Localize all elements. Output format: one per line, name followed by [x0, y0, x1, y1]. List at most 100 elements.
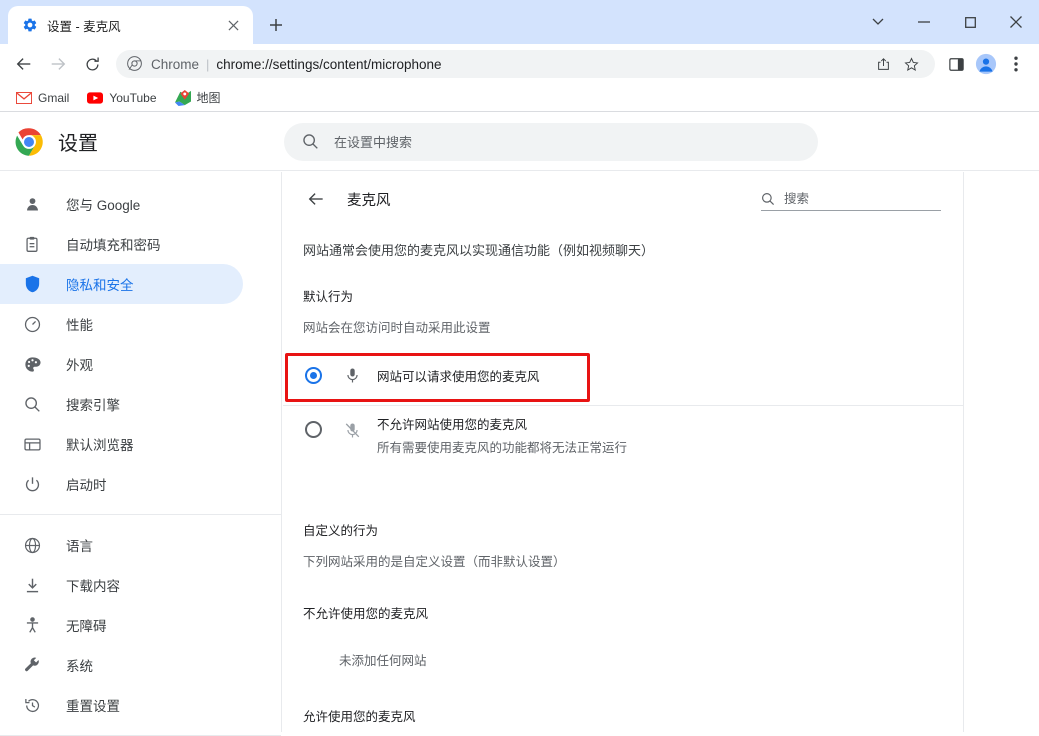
custom-behavior-subtitle: 下列网站采用的是自定义设置（而非默认设置）: [303, 555, 566, 569]
sidebar-item-languages[interactable]: 语言: [0, 525, 243, 565]
sidebar-item-label: 启动时: [66, 478, 107, 493]
new-tab-button[interactable]: [262, 11, 290, 39]
sidebar-item-you-and-google[interactable]: 您与 Google: [0, 184, 243, 224]
omnibox-scheme-label: Chrome: [151, 56, 200, 72]
chrome-logo-icon: [14, 127, 44, 157]
settings-search-input[interactable]: 在设置中搜索: [284, 122, 818, 161]
maximize-icon[interactable]: [947, 0, 993, 44]
content-search-placeholder: 搜索: [784, 191, 810, 206]
sidebar-item-label: 重置设置: [66, 699, 120, 714]
default-behavior-subtitle: 网站会在您访问时自动采用此设置: [303, 321, 491, 335]
minimize-icon[interactable]: [901, 0, 947, 44]
window-controls: [855, 0, 1039, 44]
sidebar-item-performance[interactable]: 性能: [0, 304, 243, 344]
sidebar-item-label: 无障碍: [66, 619, 107, 634]
settings-page: 设置 在设置中搜索 您与 Google 自动填充和密码 隐私和安全 性能 外观 …: [0, 113, 1039, 736]
sidebar-divider: [0, 514, 281, 515]
omnibox-url: chrome://settings/content/microphone: [216, 56, 442, 72]
custom-behavior-title: 自定义的行为: [303, 524, 379, 538]
settings-content: 麦克风 搜索 网站通常会使用您的麦克风以实现通信功能（例如视频聊天） 默认行为 …: [283, 172, 964, 732]
default-behavior-radio-group: 网站可以请求使用您的麦克风 不允许网站使用您的麦克风 所有需要使用麦克风的功能都…: [283, 352, 964, 457]
history-restore-icon: [22, 695, 42, 715]
radio-option-allow[interactable]: 网站可以请求使用您的麦克风: [283, 352, 964, 398]
radio-button-allow[interactable]: [305, 366, 322, 384]
allowed-list-title: 允许使用您的麦克风: [303, 710, 416, 724]
default-behavior-title: 默认行为: [303, 290, 354, 304]
sidebar-item-appearance[interactable]: 外观: [0, 344, 243, 384]
sidebar-item-privacy-security[interactable]: 隐私和安全: [0, 264, 243, 304]
microphone-muted-icon: [342, 420, 362, 440]
browser-toolbar: Chrome | chrome://settings/content/micro…: [0, 44, 1039, 84]
settings-search-placeholder: 在设置中搜索: [334, 135, 413, 150]
bookmark-label: Gmail: [38, 90, 70, 105]
radio-option-sublabel: 所有需要使用麦克风的功能都将无法正常运行: [377, 441, 628, 455]
sidebar-item-default-browser[interactable]: 默认浏览器: [0, 424, 243, 464]
search-icon: [22, 394, 42, 414]
palette-icon: [22, 354, 42, 374]
window-close-icon[interactable]: [993, 0, 1039, 44]
bookmark-maps[interactable]: 地图: [167, 86, 229, 110]
clipboard-icon: [22, 234, 42, 254]
download-icon: [22, 575, 42, 595]
sidebar-item-label: 隐私和安全: [66, 278, 134, 293]
radio-option-block[interactable]: 不允许网站使用您的麦克风 所有需要使用麦克风的功能都将无法正常运行: [283, 405, 964, 457]
bookmark-gmail[interactable]: Gmail: [8, 86, 77, 110]
forward-button-icon[interactable]: [42, 48, 74, 80]
youtube-icon: [87, 90, 104, 106]
sidebar-item-label: 系统: [66, 659, 93, 674]
side-panel-icon[interactable]: [941, 49, 971, 79]
star-icon[interactable]: [899, 52, 923, 76]
sidebar-item-autofill-passwords[interactable]: 自动填充和密码: [0, 224, 243, 264]
microphone-description: 网站通常会使用您的麦克风以实现通信功能（例如视频聊天）: [303, 243, 655, 258]
sidebar-item-label: 自动填充和密码: [66, 238, 161, 253]
radio-option-label: 不允许网站使用您的麦克风: [377, 418, 528, 432]
content-search-input[interactable]: 搜索: [761, 188, 941, 211]
reload-button-icon[interactable]: [76, 48, 108, 80]
back-button-icon[interactable]: [8, 48, 40, 80]
content-header: 麦克风 搜索: [283, 172, 964, 216]
sidebar-item-on-startup[interactable]: 启动时: [0, 464, 243, 504]
content-right-divider: [963, 172, 964, 732]
omnibox-separator: |: [206, 56, 210, 72]
back-arrow-icon[interactable]: [303, 186, 329, 212]
close-icon[interactable]: [223, 15, 243, 35]
globe-icon: [22, 535, 42, 555]
sidebar-item-label: 性能: [66, 318, 93, 333]
bookmark-label: 地图: [196, 91, 221, 105]
settings-title: 设置: [58, 133, 98, 155]
microphone-icon: [342, 365, 362, 385]
bookmarks-bar: Gmail YouTube 地图: [0, 84, 1039, 112]
sidebar-item-label: 外观: [66, 358, 93, 373]
sidebar-item-accessibility[interactable]: 无障碍: [0, 605, 243, 645]
sidebar-item-downloads[interactable]: 下载内容: [0, 565, 243, 605]
settings-brand[interactable]: 设置: [0, 127, 280, 157]
browser-tab[interactable]: 设置 - 麦克风: [8, 6, 253, 44]
sidebar-item-label: 语言: [66, 539, 93, 554]
profile-avatar-icon[interactable]: [971, 49, 1001, 79]
maps-icon: [174, 89, 191, 106]
wrench-icon: [22, 655, 42, 675]
accessibility-icon: [22, 615, 42, 635]
shield-icon: [22, 274, 42, 294]
blocked-list-empty: 未添加任何网站: [339, 654, 427, 668]
settings-sidebar: 您与 Google 自动填充和密码 隐私和安全 性能 外观 搜索引擎 默认浏览器…: [0, 172, 282, 736]
tab-search-icon[interactable]: [855, 0, 901, 44]
bookmark-label: YouTube: [109, 90, 157, 105]
sidebar-item-reset-settings[interactable]: 重置设置: [0, 685, 243, 725]
search-icon: [302, 133, 320, 151]
person-icon: [22, 194, 42, 214]
speedometer-icon: [22, 314, 42, 334]
sidebar-item-system[interactable]: 系统: [0, 645, 243, 685]
share-icon[interactable]: [871, 52, 895, 76]
sidebar-item-label: 默认浏览器: [66, 438, 134, 453]
sidebar-item-label: 搜索引擎: [66, 398, 120, 413]
sidebar-item-label: 您与 Google: [66, 198, 141, 213]
settings-header: 设置 在设置中搜索: [0, 113, 1039, 171]
gmail-icon: [16, 90, 32, 106]
sidebar-item-search-engine[interactable]: 搜索引擎: [0, 384, 243, 424]
bookmark-youtube[interactable]: YouTube: [79, 86, 164, 110]
radio-button-block[interactable]: [305, 421, 322, 438]
address-bar[interactable]: Chrome | chrome://settings/content/micro…: [116, 50, 935, 78]
page-title: 麦克风: [347, 192, 391, 209]
three-dot-menu-icon[interactable]: [1001, 49, 1031, 79]
